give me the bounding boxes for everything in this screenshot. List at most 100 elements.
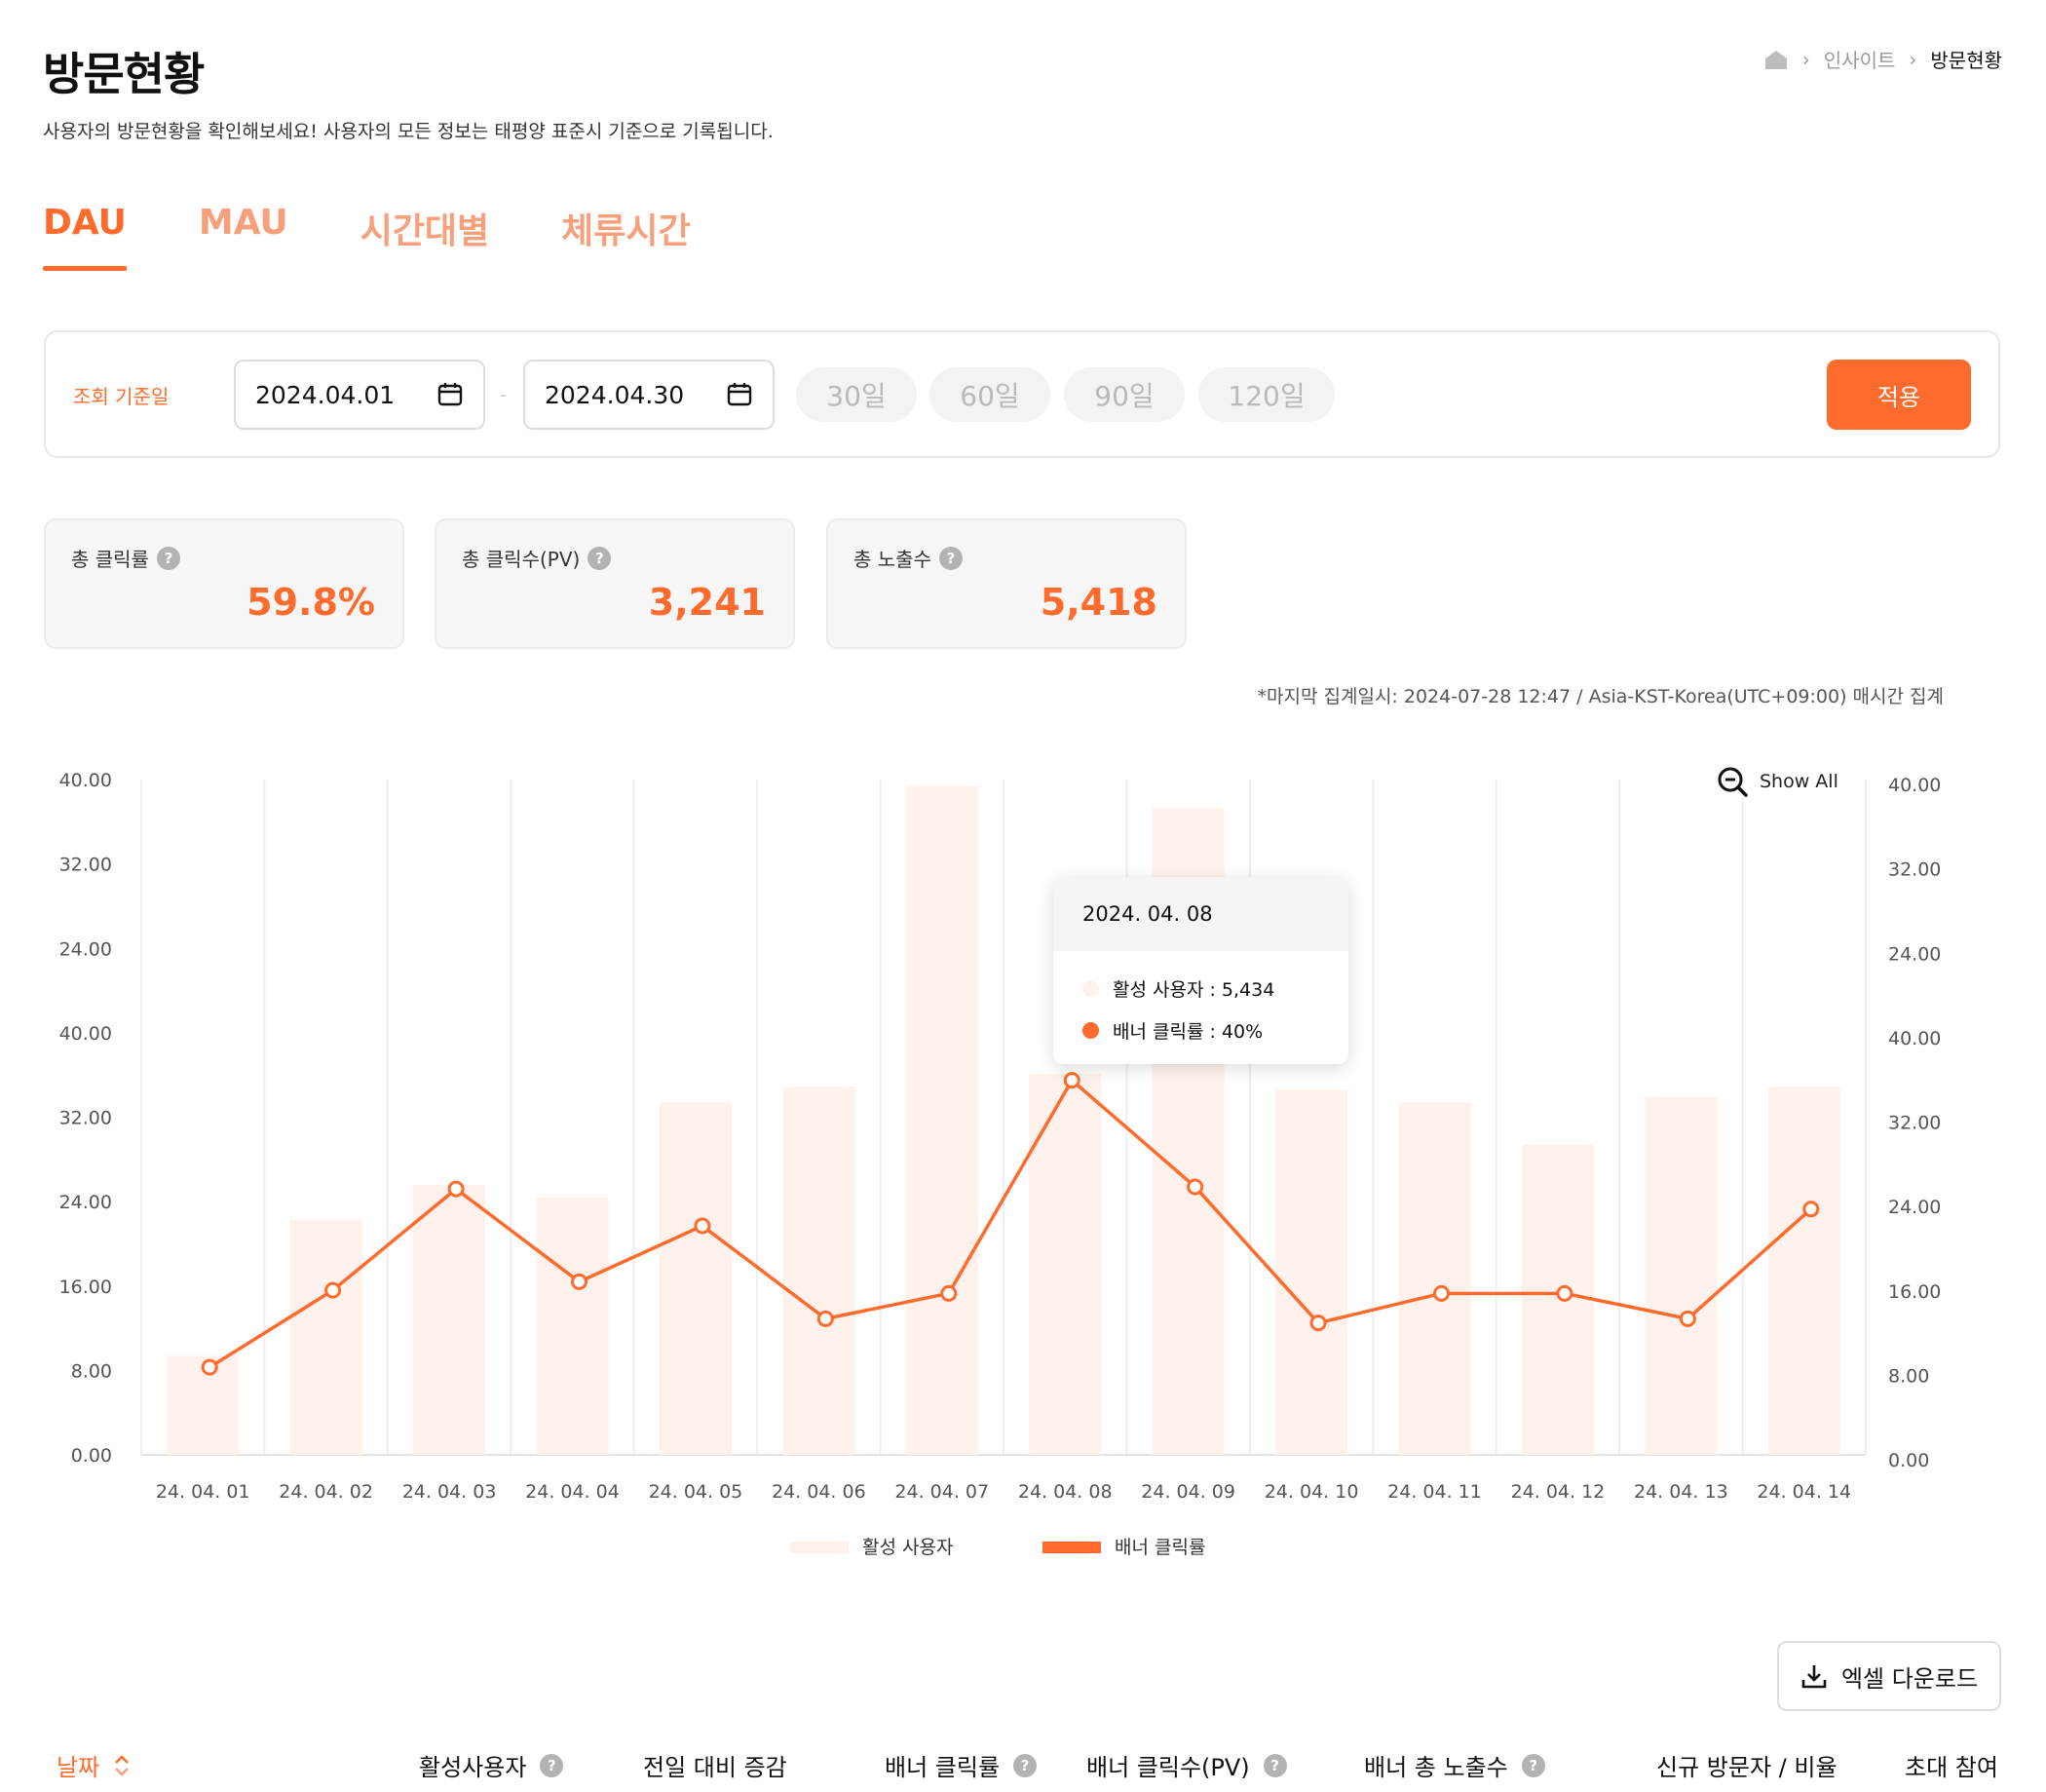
x-tick-label: 24. 04. 13 — [1634, 1481, 1728, 1503]
y-tick-label-right: 40.00 — [1888, 775, 1941, 796]
excel-download-label: 엑셀 다운로드 — [1840, 1664, 1979, 1693]
date-separator: - — [500, 383, 508, 406]
y-tick-label-left: 24.00 — [59, 938, 112, 960]
bar — [289, 1219, 362, 1455]
column-header-banner-clicks: 배너 클릭수(PV) ? — [1086, 1748, 1287, 1782]
calendar-icon[interactable] — [436, 381, 464, 408]
legend-label-active-users: 활성 사용자 — [862, 1537, 953, 1558]
y-tick-label-left: 8.00 — [71, 1360, 112, 1382]
range-60-button[interactable]: 60일 — [929, 367, 1050, 422]
x-tick-label: 24. 04. 07 — [894, 1481, 989, 1503]
y-tick-label-right: 32.00 — [1888, 1113, 1941, 1134]
calendar-icon[interactable] — [726, 381, 753, 408]
y-tick-label-left: 40.00 — [59, 1023, 112, 1045]
help-icon[interactable]: ? — [540, 1753, 564, 1777]
end-date-input[interactable]: 2024.04.30 — [523, 360, 775, 430]
help-icon[interactable]: ? — [587, 546, 612, 570]
x-tick-label: 24. 04. 11 — [1387, 1481, 1482, 1503]
y-tick-label-right: 16.00 — [1888, 1281, 1941, 1303]
apply-button[interactable]: 적용 — [1827, 360, 1971, 430]
line-point — [1802, 1201, 1820, 1218]
column-header-banner-impressions: 배너 총 노출수 ? — [1364, 1748, 1545, 1782]
stat-value: 59.8% — [246, 581, 375, 624]
column-header-new-visitors: 신규 방문자 / 비율 — [1656, 1748, 1838, 1782]
stat-label: 총 클릭률 ? — [71, 544, 180, 572]
range-90-button[interactable]: 90일 — [1064, 367, 1185, 422]
y-tick-label-right: 8.00 — [1888, 1365, 1929, 1387]
column-header-active-users: 활성사용자 ? — [419, 1748, 564, 1782]
y-tick-label-left: 16.00 — [59, 1277, 112, 1298]
x-tick-label: 24. 04. 04 — [525, 1481, 620, 1503]
help-icon[interactable]: ? — [1521, 1753, 1545, 1777]
line-point — [940, 1284, 958, 1302]
line-point — [447, 1180, 465, 1198]
tab-dwell-time[interactable]: 체류시간 — [561, 203, 690, 271]
help-icon[interactable]: ? — [938, 546, 963, 570]
bar — [1275, 1089, 1348, 1455]
end-date-value: 2024.04.30 — [545, 380, 685, 409]
line-point — [1187, 1178, 1204, 1196]
column-header-banner-ctr: 배너 클릭률 ? — [885, 1748, 1038, 1782]
column-header-date[interactable]: 날짜 — [57, 1748, 131, 1782]
chevron-right-icon: › — [1801, 47, 1810, 71]
chevron-right-icon: › — [1909, 47, 1917, 71]
stat-label: 총 클릭수(PV) ? — [462, 544, 612, 572]
help-icon[interactable]: ? — [1013, 1753, 1038, 1777]
y-tick-label-right: 24.00 — [1888, 943, 1941, 965]
y-tick-label-left: 32.00 — [59, 1108, 112, 1129]
home-icon[interactable] — [1763, 49, 1789, 70]
x-tick-label: 24. 04. 02 — [279, 1481, 373, 1503]
column-header-label: 배너 총 노출수 — [1364, 1754, 1508, 1781]
y-tick-label-left: 40.00 — [59, 770, 112, 791]
tab-bar: DAU MAU 시간대별 체류시간 — [43, 203, 763, 271]
line-point — [201, 1358, 218, 1376]
range-30-button[interactable]: 30일 — [796, 367, 917, 422]
tab-mau[interactable]: MAU — [199, 203, 288, 271]
line-point — [1433, 1284, 1450, 1302]
tooltip-banner-ctr-text: 배너 클릭률 : 40% — [1113, 1021, 1264, 1043]
legend-swatch-active-users — [790, 1542, 849, 1553]
dau-combo-chart: 40.00 32.00 24.00 40.00 32.00 24.00 16.00 8.00 0… — [59, 770, 1942, 1558]
bar — [1029, 1074, 1102, 1455]
stat-label-text: 총 클릭수(PV) — [462, 548, 581, 571]
x-tick-label: 24. 04. 05 — [649, 1481, 743, 1503]
x-tick-label: 24. 04. 14 — [1757, 1481, 1851, 1503]
x-tick-label: 24. 04. 12 — [1511, 1481, 1606, 1503]
stat-label: 총 노출수 ? — [853, 544, 963, 572]
zoom-out-icon — [1718, 767, 1748, 797]
range-120-button[interactable]: 120일 — [1198, 367, 1335, 422]
y-tick-label-right: 40.00 — [1888, 1028, 1941, 1049]
excel-download-button[interactable]: 엑셀 다운로드 — [1777, 1641, 2001, 1711]
y-tick-label-right: 0.00 — [1888, 1450, 1929, 1471]
tab-dau[interactable]: DAU — [43, 203, 127, 271]
column-header-label: 배너 클릭수(PV) — [1086, 1754, 1250, 1781]
stat-label-text: 총 노출수 — [853, 548, 931, 571]
page-description: 사용자의 방문현황을 확인해보세요! 사용자의 모든 정보는 태평양 표준시 기… — [43, 121, 774, 142]
line-point — [1679, 1310, 1696, 1327]
date-filter-panel: 조회 기준일 2024.04.01 - 2024.04.30 30일 60일 9… — [44, 330, 2000, 458]
chart-tooltip: 2024. 04. 08 활성 사용자 : 5,434 배너 클릭률 : 40% — [1053, 877, 1348, 1064]
start-date-input[interactable]: 2024.04.01 — [234, 360, 485, 430]
line-point — [571, 1273, 587, 1290]
y-tick-label-right: 24.00 — [1888, 1197, 1941, 1218]
x-tick-label: 24. 04. 01 — [156, 1481, 250, 1503]
legend-label-banner-ctr: 배너 클릭률 — [1115, 1537, 1205, 1558]
legend-dot — [1082, 1022, 1099, 1039]
column-header-label: 초대 참여 — [1905, 1754, 1998, 1781]
page: 방문현황 사용자의 방문현황을 확인해보세요! 사용자의 모든 정보는 태평양 … — [0, 0, 2046, 1792]
column-header-label: 날짜 — [57, 1754, 100, 1781]
x-tick-label: 24. 04. 08 — [1018, 1481, 1113, 1503]
help-icon[interactable]: ? — [1263, 1753, 1287, 1777]
bar — [905, 785, 978, 1455]
bar — [659, 1102, 732, 1455]
help-icon[interactable]: ? — [156, 546, 180, 570]
tab-hourly[interactable]: 시간대별 — [360, 203, 489, 271]
show-all-button[interactable]: Show All — [1717, 766, 1838, 797]
tooltip-active-users: 활성 사용자 : 5,434 — [1082, 975, 1274, 1002]
stat-card-clicks: 총 클릭수(PV) ? 3,241 — [435, 518, 795, 649]
sort-icon[interactable] — [113, 1752, 131, 1779]
y-tick-label-left: 32.00 — [59, 855, 112, 876]
breadcrumb: › 인사이트 › 방문현황 — [1763, 45, 2002, 73]
bar — [782, 1087, 855, 1455]
breadcrumb-insight[interactable]: 인사이트 — [1824, 45, 1896, 73]
